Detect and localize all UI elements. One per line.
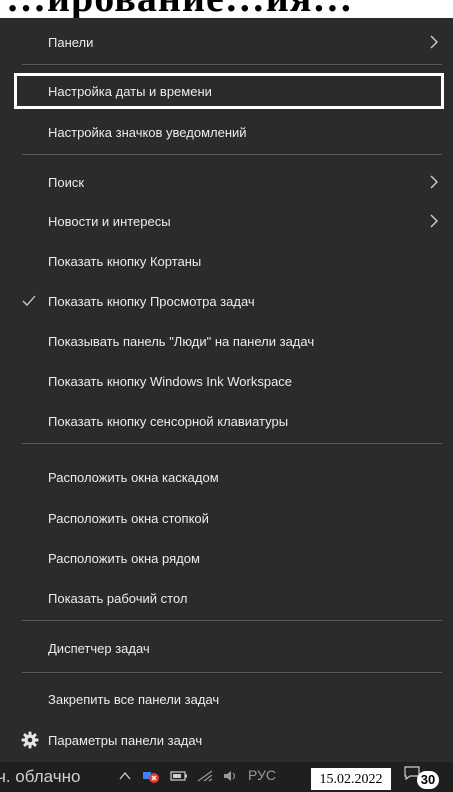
menu-item-task-manager[interactable]: Диспетчер задач <box>0 630 453 666</box>
menu-item-label: Панели <box>48 34 94 50</box>
menu-item-label: Показать кнопку Windows Ink Workspace <box>48 373 293 389</box>
menu-separator <box>22 443 442 444</box>
menu-item-show-touch-keyboard[interactable]: Показать кнопку сенсорной клавиатуры <box>0 403 453 439</box>
menu-item-toolbars[interactable]: Панели <box>0 24 453 60</box>
menu-item-label: Расположить окна стопкой <box>48 510 209 526</box>
security-icon[interactable] <box>142 767 160 785</box>
menu-item-date-time-settings[interactable]: Настройка даты и времени <box>14 73 444 109</box>
checkmark-icon <box>22 295 36 306</box>
chevron-right-icon <box>430 214 438 228</box>
menu-item-label: Настройка даты и времени <box>48 83 212 99</box>
menu-separator <box>22 154 442 155</box>
menu-item-show-ink-workspace[interactable]: Показать кнопку Windows Ink Workspace <box>0 363 453 399</box>
menu-item-label: Расположить окна каскадом <box>48 469 219 485</box>
menu-item-label: Диспетчер задач <box>48 640 150 656</box>
windows-taskbar: ч. облачно РУС 15.02.2022 30 <box>0 762 453 792</box>
taskbar-context-menu: Панели Настройка даты и времени Настройк… <box>0 18 453 762</box>
battery-icon[interactable] <box>170 769 188 783</box>
chevron-right-icon <box>430 175 438 189</box>
taskbar-date[interactable]: 15.02.2022 <box>311 768 391 790</box>
menu-separator <box>22 64 442 65</box>
menu-separator <box>22 620 442 621</box>
menu-item-cascade-windows[interactable]: Расположить окна каскадом <box>0 459 453 495</box>
page-heading: …ирование…ия… <box>6 0 353 18</box>
menu-item-news-interests[interactable]: Новости и интересы <box>0 203 453 239</box>
language-indicator[interactable]: РУС <box>248 767 276 783</box>
menu-item-stack-windows[interactable]: Расположить окна стопкой <box>0 500 453 536</box>
menu-item-label: Закрепить все панели задач <box>48 691 220 707</box>
menu-item-label: Показывать панель "Люди" на панели задач <box>48 333 315 349</box>
chevron-up-icon[interactable] <box>118 769 132 783</box>
menu-item-label: Показать кнопку Кортаны <box>48 253 202 269</box>
gear-icon <box>21 731 39 749</box>
menu-item-label: Параметры панели задач <box>48 732 203 748</box>
menu-item-label: Показать кнопку сенсорной клавиатуры <box>48 413 289 429</box>
menu-item-label: Показать рабочий стол <box>48 590 188 606</box>
network-icon[interactable] <box>196 769 214 783</box>
notification-count-badge: 30 <box>417 771 439 789</box>
menu-item-label: Показать кнопку Просмотра задач <box>48 293 255 309</box>
menu-item-show-task-view-button[interactable]: Показать кнопку Просмотра задач <box>0 283 453 319</box>
menu-separator <box>22 672 442 673</box>
volume-icon[interactable] <box>222 769 240 783</box>
menu-item-show-cortana-button[interactable]: Показать кнопку Кортаны <box>0 243 453 279</box>
menu-item-show-people[interactable]: Показывать панель "Люди" на панели задач <box>0 323 453 359</box>
menu-item-label: Поиск <box>48 174 85 190</box>
menu-item-show-desktop[interactable]: Показать рабочий стол <box>0 580 453 616</box>
menu-item-label: Расположить окна рядом <box>48 550 200 566</box>
menu-item-search[interactable]: Поиск <box>0 164 453 200</box>
menu-item-side-by-side-windows[interactable]: Расположить окна рядом <box>0 540 453 576</box>
document-heading-fragment: …ирование…ия… <box>0 0 453 18</box>
chevron-right-icon <box>430 35 438 49</box>
menu-item-label: Настройка значков уведомлений <box>48 124 247 140</box>
menu-item-taskbar-settings[interactable]: Параметры панели задач <box>0 722 453 758</box>
menu-item-notification-icons[interactable]: Настройка значков уведомлений <box>0 114 453 150</box>
menu-item-lock-taskbars[interactable]: Закрепить все панели задач <box>0 681 453 717</box>
menu-item-label: Новости и интересы <box>48 213 171 229</box>
weather-text[interactable]: ч. облачно <box>0 767 80 787</box>
notification-center-button[interactable]: 30 <box>403 765 441 791</box>
